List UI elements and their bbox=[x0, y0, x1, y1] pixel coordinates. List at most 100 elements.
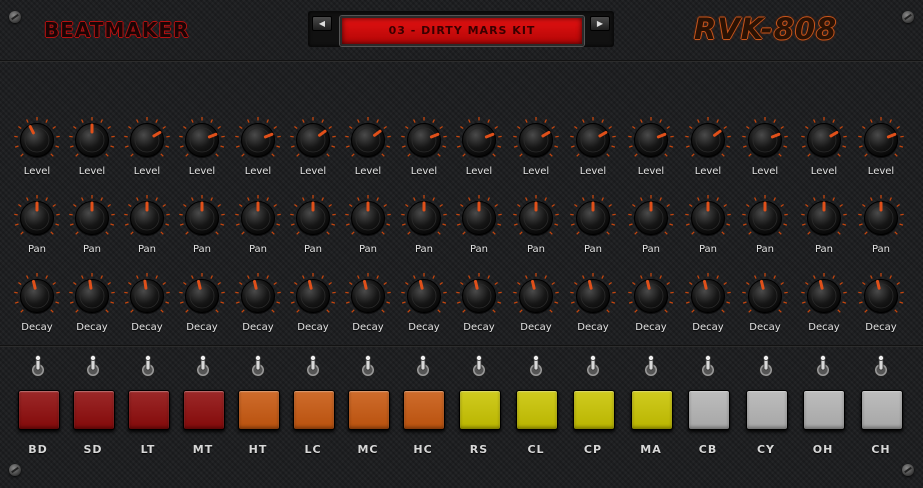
pad-ma[interactable] bbox=[631, 390, 673, 430]
decay-knob[interactable] bbox=[400, 272, 448, 320]
mute-toggle-ma[interactable] bbox=[643, 355, 659, 379]
level-knob[interactable] bbox=[234, 116, 282, 164]
decay-knob[interactable] bbox=[123, 272, 171, 320]
level-knob[interactable] bbox=[512, 116, 560, 164]
knob-graphic bbox=[628, 273, 674, 314]
mute-toggle-cb[interactable] bbox=[700, 355, 716, 379]
pad-mc[interactable] bbox=[348, 390, 390, 430]
pad-lc[interactable] bbox=[293, 390, 335, 430]
decay-knob[interactable] bbox=[234, 272, 282, 320]
pan-knob[interactable] bbox=[800, 194, 848, 242]
knob-cell-decay-rs: Decay bbox=[451, 272, 507, 350]
knob-cell-level-lt: Level bbox=[119, 116, 175, 194]
pad-cl[interactable] bbox=[516, 390, 558, 430]
knob-cell-level-cb: Level bbox=[680, 116, 736, 194]
decay-knob[interactable] bbox=[178, 272, 226, 320]
level-knob[interactable] bbox=[123, 116, 171, 164]
knob-cell-decay-cl: Decay bbox=[508, 272, 564, 350]
preset-name-display[interactable]: 03 - DIRTY MARS KIT bbox=[340, 16, 584, 46]
pad-oh[interactable] bbox=[803, 390, 845, 430]
mute-toggle-lt[interactable] bbox=[140, 355, 156, 379]
decay-knob[interactable] bbox=[344, 272, 392, 320]
level-knob[interactable] bbox=[68, 116, 116, 164]
mute-toggle-oh[interactable] bbox=[815, 355, 831, 379]
level-knob[interactable] bbox=[289, 116, 337, 164]
decay-knob[interactable] bbox=[13, 272, 61, 320]
knob-graphic bbox=[801, 195, 847, 236]
pad-hc[interactable] bbox=[403, 390, 445, 430]
pad-lt[interactable] bbox=[128, 390, 170, 430]
level-knob[interactable] bbox=[13, 116, 61, 164]
pan-knob[interactable] bbox=[857, 194, 905, 242]
decay-knob[interactable] bbox=[68, 272, 116, 320]
knob-label: Decay bbox=[186, 322, 218, 333]
mute-toggle-mc[interactable] bbox=[360, 355, 376, 379]
pan-knob[interactable] bbox=[741, 194, 789, 242]
pad-cp[interactable] bbox=[573, 390, 615, 430]
pan-knob[interactable] bbox=[13, 194, 61, 242]
mute-toggle-mt[interactable] bbox=[195, 355, 211, 379]
mute-toggle-bd[interactable] bbox=[30, 355, 46, 379]
decay-knob[interactable] bbox=[289, 272, 337, 320]
pad-bd[interactable] bbox=[18, 390, 60, 430]
pad-ht[interactable] bbox=[238, 390, 280, 430]
level-knob[interactable] bbox=[627, 116, 675, 164]
mute-toggle-lc[interactable] bbox=[305, 355, 321, 379]
level-knob[interactable] bbox=[857, 116, 905, 164]
pad-label-oh: OH bbox=[812, 443, 834, 456]
decay-knob[interactable] bbox=[569, 272, 617, 320]
mute-toggle-rs[interactable] bbox=[471, 355, 487, 379]
decay-knob[interactable] bbox=[800, 272, 848, 320]
level-knob[interactable] bbox=[178, 116, 226, 164]
decay-knob[interactable] bbox=[512, 272, 560, 320]
mute-toggle-cp[interactable] bbox=[585, 355, 601, 379]
knob-label: Level bbox=[867, 166, 895, 177]
pan-knob[interactable] bbox=[123, 194, 171, 242]
knob-label: Pan bbox=[698, 244, 718, 255]
pad-rs[interactable] bbox=[459, 390, 501, 430]
pan-knob[interactable] bbox=[455, 194, 503, 242]
mute-toggle-cl[interactable] bbox=[528, 355, 544, 379]
decay-knob[interactable] bbox=[455, 272, 503, 320]
pan-knob[interactable] bbox=[512, 194, 560, 242]
knob-graphic bbox=[69, 273, 115, 314]
decay-knob[interactable] bbox=[627, 272, 675, 320]
level-knob[interactable] bbox=[344, 116, 392, 164]
decay-knob[interactable] bbox=[684, 272, 732, 320]
knob-graphic bbox=[124, 273, 170, 314]
mute-toggle-cy[interactable] bbox=[758, 355, 774, 379]
prev-preset-button[interactable]: ◀ bbox=[312, 16, 332, 31]
level-knob[interactable] bbox=[400, 116, 448, 164]
pan-knob[interactable] bbox=[178, 194, 226, 242]
pan-knob[interactable] bbox=[289, 194, 337, 242]
knob-label: Level bbox=[299, 166, 327, 177]
level-knob[interactable] bbox=[569, 116, 617, 164]
pan-knob[interactable] bbox=[627, 194, 675, 242]
pad-sd[interactable] bbox=[73, 390, 115, 430]
pan-knob[interactable] bbox=[684, 194, 732, 242]
pad-cy[interactable] bbox=[746, 390, 788, 430]
pad-ch[interactable] bbox=[861, 390, 903, 430]
mute-toggle-sd[interactable] bbox=[85, 355, 101, 379]
pan-knob[interactable] bbox=[234, 194, 282, 242]
next-preset-button[interactable]: ▶ bbox=[590, 16, 610, 31]
pan-knob[interactable] bbox=[400, 194, 448, 242]
mute-toggle-hc[interactable] bbox=[415, 355, 431, 379]
knob-cell-level-cy: Level bbox=[737, 116, 793, 194]
decay-knob[interactable] bbox=[857, 272, 905, 320]
level-knob[interactable] bbox=[741, 116, 789, 164]
level-knob[interactable] bbox=[684, 116, 732, 164]
decay-knob[interactable] bbox=[741, 272, 789, 320]
mute-toggle-ht[interactable] bbox=[250, 355, 266, 379]
pad-cb[interactable] bbox=[688, 390, 730, 430]
level-knob[interactable] bbox=[455, 116, 503, 164]
knob-graphic bbox=[513, 195, 559, 236]
pan-knob[interactable] bbox=[344, 194, 392, 242]
mute-toggle-ch[interactable] bbox=[873, 355, 889, 379]
level-knob[interactable] bbox=[800, 116, 848, 164]
pad-mt[interactable] bbox=[183, 390, 225, 430]
knob-cell-pan-sd: Pan bbox=[64, 194, 120, 272]
pan-knob[interactable] bbox=[569, 194, 617, 242]
knob-label: Decay bbox=[520, 322, 552, 333]
pan-knob[interactable] bbox=[68, 194, 116, 242]
